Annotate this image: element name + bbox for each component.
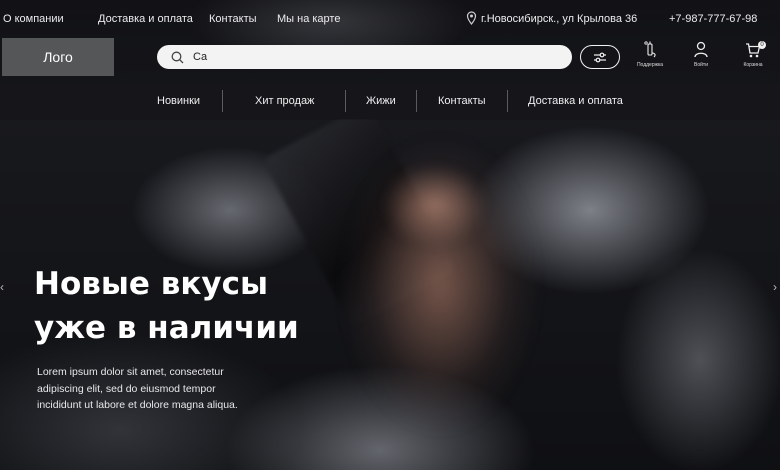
cart-count-badge: 0 <box>758 41 766 49</box>
nav-item-contacts[interactable]: Контакты <box>438 95 486 107</box>
main-navigation: Новинки Хит продаж Жижи Контакты Доставк… <box>0 83 780 119</box>
hero-description-line: incididunt ut labore et dolore magna ali… <box>37 399 238 411</box>
logo[interactable]: Лого <box>2 38 114 76</box>
login-button[interactable]: Войти <box>681 41 721 68</box>
search-icon <box>171 51 184 63</box>
nav-divider <box>222 90 223 112</box>
vape-support-icon <box>644 41 656 58</box>
topbar-link-delivery[interactable]: Доставка и оплата <box>98 13 193 25</box>
slider-next-arrow-icon[interactable]: › <box>773 280 777 294</box>
search-input[interactable] <box>193 51 553 63</box>
hero-fingers-image <box>360 150 510 260</box>
topbar-address[interactable]: г.Новосибирск., ул Крылова 36 <box>481 13 637 25</box>
hero-title-line: Новые вкусы <box>34 266 268 302</box>
nav-divider <box>345 90 346 112</box>
slider-prev-arrow-icon[interactable]: ‹ <box>0 280 4 294</box>
search-bar[interactable] <box>157 45 572 69</box>
topbar-link-contacts[interactable]: Контакты <box>209 13 257 25</box>
hero-description-line: adipiscing elit, sed do eiusmod tempor <box>37 382 216 395</box>
login-label: Войти <box>694 62 708 68</box>
hero-description-line: Lorem ipsum dolor sit amet, consectetur <box>37 366 224 378</box>
support-label: Поддержка <box>636 62 664 68</box>
nav-item-delivery[interactable]: Доставка и оплата <box>528 95 623 107</box>
support-button[interactable]: Поддержка <box>630 41 670 68</box>
filter-button[interactable] <box>580 45 620 69</box>
location-pin-icon <box>466 11 477 25</box>
nav-item-new[interactable]: Новинки <box>157 95 200 107</box>
topbar-phone[interactable]: +7-987-777-67-98 <box>669 13 757 25</box>
cart-label: Корзина <box>743 62 763 68</box>
topbar-link-map[interactable]: Мы на карте <box>277 13 340 25</box>
nav-divider <box>507 90 508 112</box>
nav-divider <box>416 90 417 112</box>
nav-item-bestsellers[interactable]: Хит продаж <box>255 95 314 107</box>
hero-description: Lorem ipsum dolor sit amet, consectetur … <box>37 364 297 414</box>
user-icon <box>694 41 708 58</box>
hero-title-line: уже в наличии <box>34 310 299 346</box>
nav-item-liquids[interactable]: Жижи <box>366 95 396 107</box>
topbar-link-about[interactable]: О компании <box>3 13 64 25</box>
hero-title: Новые вкусы уже в наличии <box>34 262 354 350</box>
topbar: О компании Доставка и оплата Контакты Мы… <box>0 0 780 38</box>
sliders-icon <box>594 52 606 62</box>
cart-button[interactable]: 0 Корзина <box>733 41 773 68</box>
